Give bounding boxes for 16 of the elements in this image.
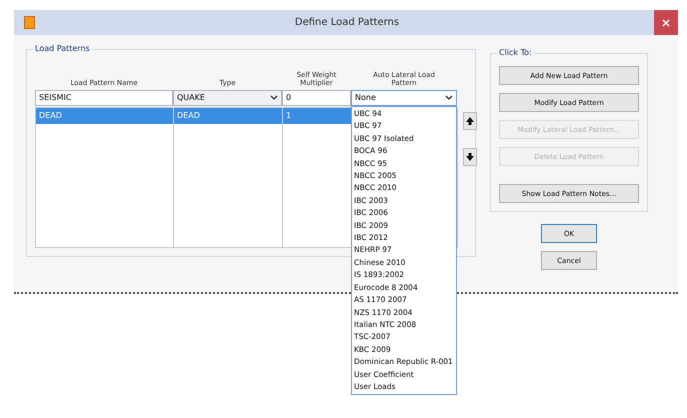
app-icon xyxy=(24,16,35,29)
move-down-button[interactable] xyxy=(463,148,477,166)
caret-icon xyxy=(445,95,453,101)
move-up-button[interactable] xyxy=(463,112,477,130)
window-title: Define Load Patterns xyxy=(294,17,400,28)
auto-lateral-dropdown[interactable]: None xyxy=(351,90,457,106)
arrow-down-icon xyxy=(466,153,474,161)
caret-icon xyxy=(270,95,278,101)
multiplier-field[interactable]: 0 xyxy=(282,90,351,106)
group-title: Click To: xyxy=(497,48,534,57)
group-title: Load Patterns xyxy=(33,44,92,53)
arrow-up-icon xyxy=(466,117,474,125)
name-field[interactable]: SEISMIC xyxy=(35,90,173,106)
close-button[interactable] xyxy=(654,10,678,35)
type-dropdown[interactable]: QUAKE xyxy=(173,90,282,106)
close-icon xyxy=(662,18,670,26)
